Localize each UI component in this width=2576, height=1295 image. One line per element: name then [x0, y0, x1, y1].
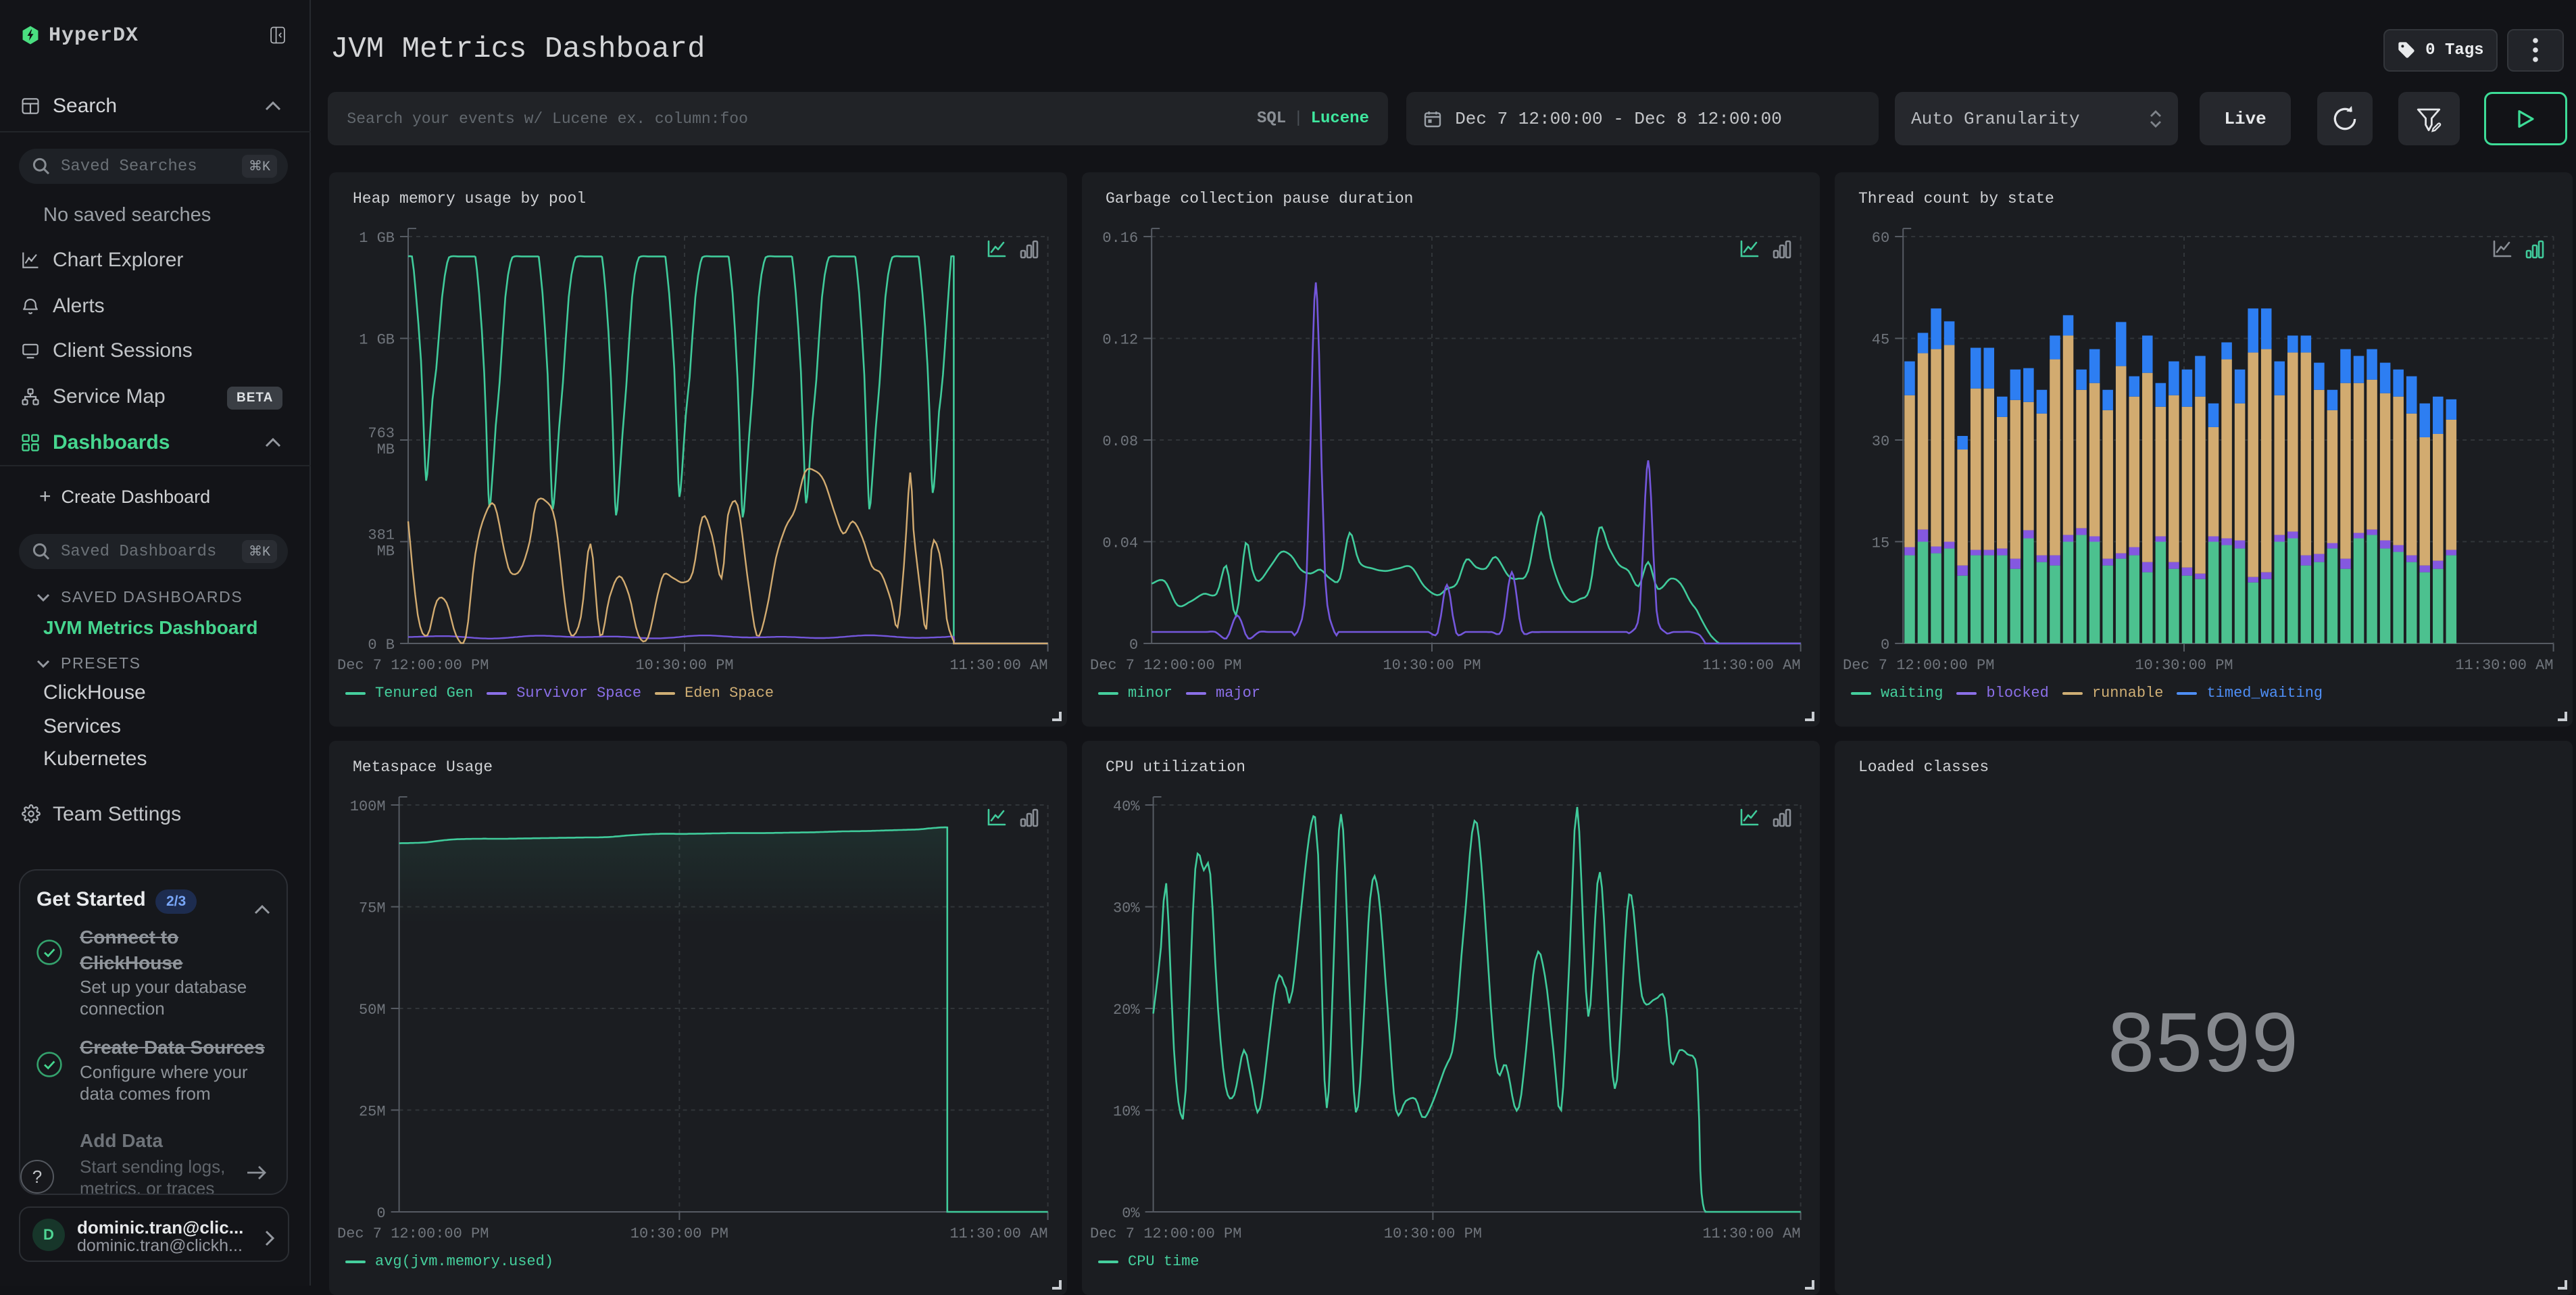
svg-text:MB: MB — [377, 441, 395, 458]
svg-text:45: 45 — [1872, 332, 1889, 349]
svg-text:25M: 25M — [359, 1103, 386, 1120]
svg-text:30: 30 — [1872, 433, 1889, 450]
svg-text:0: 0 — [1129, 637, 1138, 654]
svg-text:Dec 7 12:00:00 PM: Dec 7 12:00:00 PM — [1090, 657, 1241, 674]
svg-text:Dec 7 12:00:00 PM: Dec 7 12:00:00 PM — [337, 1225, 489, 1242]
svg-text:10:30:00 PM: 10:30:00 PM — [630, 1225, 728, 1242]
svg-text:10:30:00 PM: 10:30:00 PM — [1383, 657, 1481, 674]
svg-text:0: 0 — [1881, 637, 1889, 654]
svg-text:50M: 50M — [359, 1002, 386, 1019]
svg-text:30%: 30% — [1113, 900, 1140, 917]
svg-text:10:30:00 PM: 10:30:00 PM — [635, 657, 733, 674]
svg-text:1 GB: 1 GB — [359, 230, 395, 247]
svg-text:763: 763 — [368, 425, 395, 442]
svg-text:1 GB: 1 GB — [359, 332, 395, 349]
svg-text:11:30:00 AM: 11:30:00 AM — [1702, 657, 1800, 674]
svg-text:Dec 7 12:00:00 PM: Dec 7 12:00:00 PM — [1090, 1225, 1241, 1242]
svg-text:0.12: 0.12 — [1102, 332, 1138, 349]
svg-text:11:30:00 AM: 11:30:00 AM — [949, 657, 1047, 674]
svg-text:75M: 75M — [359, 900, 386, 917]
svg-text:10:30:00 PM: 10:30:00 PM — [2135, 657, 2233, 674]
svg-text:60: 60 — [1872, 230, 1889, 247]
svg-text:10%: 10% — [1113, 1103, 1140, 1120]
svg-text:40%: 40% — [1113, 798, 1140, 815]
svg-text:15: 15 — [1872, 535, 1889, 552]
svg-text:0%: 0% — [1122, 1205, 1140, 1222]
svg-text:20%: 20% — [1113, 1002, 1140, 1019]
svg-text:11:30:00 AM: 11:30:00 AM — [2455, 657, 2553, 674]
svg-text:0 B: 0 B — [368, 637, 395, 654]
svg-text:0.08: 0.08 — [1102, 433, 1138, 450]
svg-text:MB: MB — [377, 543, 395, 560]
svg-text:10:30:00 PM: 10:30:00 PM — [1384, 1225, 1482, 1242]
svg-text:0.16: 0.16 — [1102, 230, 1138, 247]
svg-text:11:30:00 AM: 11:30:00 AM — [949, 1225, 1047, 1242]
svg-text:0.04: 0.04 — [1102, 535, 1138, 552]
svg-text:381: 381 — [368, 527, 395, 543]
svg-text:11:30:00 AM: 11:30:00 AM — [1702, 1225, 1800, 1242]
svg-text:Dec 7 12:00:00 PM: Dec 7 12:00:00 PM — [337, 657, 489, 674]
svg-text:100M: 100M — [350, 798, 386, 815]
svg-text:Dec 7 12:00:00 PM: Dec 7 12:00:00 PM — [1843, 657, 1994, 674]
svg-text:0: 0 — [376, 1205, 385, 1222]
